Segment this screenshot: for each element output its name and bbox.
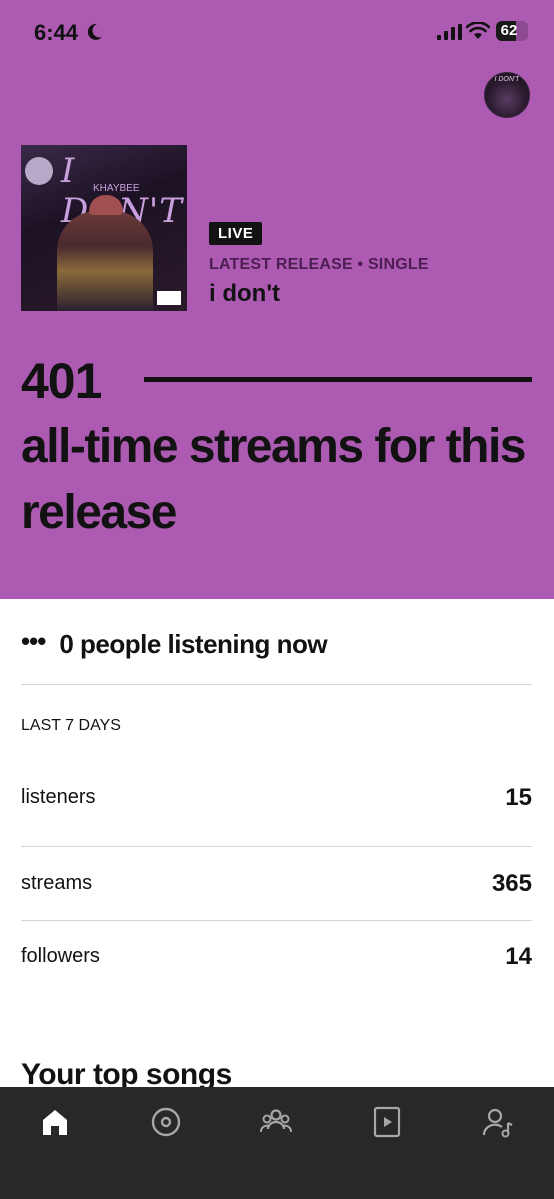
stat-row-listeners[interactable]: listeners 15 — [21, 778, 532, 818]
do-not-disturb-icon — [87, 23, 102, 40]
cellular-signal-icon — [437, 24, 462, 40]
bottom-tab-bar — [0, 1087, 554, 1199]
stat-value: 365 — [491, 870, 532, 897]
tab-campaigns[interactable] — [370, 1105, 404, 1139]
tab-home[interactable] — [38, 1105, 72, 1139]
live-dots-icon: ••• — [21, 625, 46, 656]
status-bar: 6:44 62 — [0, 0, 554, 66]
stat-label: followers — [21, 945, 100, 967]
stat-label: listeners — [21, 786, 96, 808]
stats-period-label: LAST 7 DAYS — [21, 717, 121, 734]
divider — [21, 684, 532, 685]
live-badge: LIVE — [209, 222, 263, 245]
tab-music[interactable] — [149, 1105, 183, 1139]
music-icon — [151, 1107, 181, 1137]
cover-artist-text: KHAYBEE — [93, 183, 140, 194]
release-cover-art[interactable]: I DON'T KHAYBEE — [21, 145, 187, 311]
tab-profile[interactable] — [481, 1105, 515, 1139]
all-time-streams-caption: all-time streams for this release — [21, 420, 527, 539]
tab-audience[interactable] — [259, 1105, 293, 1139]
artist-avatar-button[interactable]: I DON'T — [484, 72, 530, 118]
stat-row-followers[interactable]: followers 14 — [21, 937, 532, 977]
cover-moon — [25, 157, 53, 185]
status-time: 6:44 — [34, 20, 79, 45]
battery-indicator: 62 — [496, 21, 528, 41]
stat-value: 15 — [505, 784, 532, 811]
home-icon — [43, 1110, 67, 1135]
stat-row-streams[interactable]: streams 365 — [21, 864, 532, 904]
cover-figure — [57, 211, 153, 311]
release-type-label: LATEST RELEASE • SINGLE — [209, 256, 429, 273]
divider — [21, 920, 532, 921]
live-listeners-text: 0 people listening now — [59, 628, 328, 659]
release-title[interactable]: i don't — [209, 280, 280, 308]
stat-value: 14 — [505, 943, 532, 970]
all-time-streams-count: 401 — [21, 353, 102, 409]
parental-advisory-label — [157, 291, 181, 305]
streams-divider-line — [144, 377, 532, 382]
stat-label: streams — [21, 872, 93, 894]
campaigns-icon — [373, 1106, 401, 1138]
wifi-icon — [466, 22, 490, 39]
live-listeners: ••• 0 people listening now — [21, 624, 328, 664]
audience-icon — [260, 1109, 292, 1133]
battery-level: 62 — [500, 22, 518, 39]
avatar-art-text: I DON'T — [494, 76, 520, 83]
profile-icon — [482, 1108, 513, 1138]
divider — [21, 846, 532, 847]
